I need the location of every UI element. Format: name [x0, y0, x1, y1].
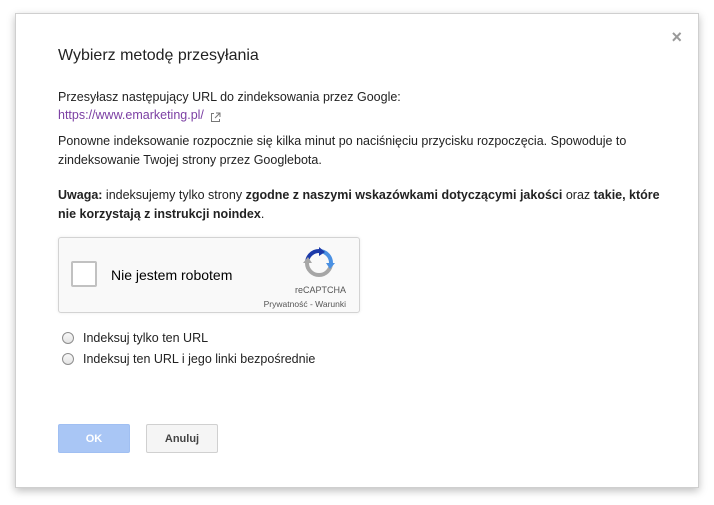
submission-method-dialog: × Wybierz metodę przesyłania Przesyłasz …	[15, 13, 699, 488]
note-part3: .	[260, 206, 265, 221]
privacy-link[interactable]: Prywatność	[264, 299, 308, 309]
index-options: Indeksuj tylko ten URL Indeksuj ten URL …	[62, 327, 315, 369]
quality-note: Uwaga: indeksujemy tylko strony zgodne z…	[58, 186, 668, 223]
close-icon[interactable]: ×	[671, 28, 682, 46]
note-label: Uwaga:	[58, 188, 103, 202]
intro-block: Przesyłasz następujący URL do zindeksowa…	[58, 88, 401, 124]
radio-url-only[interactable]	[62, 331, 74, 344]
page: × Wybierz metodę przesyłania Przesyłasz …	[0, 0, 714, 505]
intro-text: Przesyłasz następujący URL do zindeksowa…	[58, 90, 401, 104]
note-bold1: zgodne z naszymi wskazówkami dotyczącymi…	[245, 188, 563, 202]
recaptcha-widget: Nie jestem robotem reCAPTCHA Prywatność …	[58, 237, 360, 313]
terms-link[interactable]: Warunki	[315, 299, 346, 309]
reindex-description: Ponowne indeksowanie rozpocznie się kilk…	[58, 134, 627, 167]
option-url-only-label: Indeksuj tylko ten URL	[83, 330, 209, 345]
url-line: https://www.emarketing.pl/	[58, 106, 401, 124]
option-url-only[interactable]: Indeksuj tylko ten URL	[62, 327, 315, 348]
option-url-and-links[interactable]: Indeksuj ten URL i jego linki bezpośredn…	[62, 348, 315, 369]
radio-url-and-links[interactable]	[62, 352, 74, 365]
recaptcha-links: Prywatność - Warunki	[264, 299, 346, 309]
note-part1: indeksujemy tylko strony	[102, 188, 246, 202]
external-link-icon[interactable]	[210, 110, 221, 122]
option-url-and-links-label: Indeksuj ten URL i jego linki bezpośredn…	[83, 351, 316, 366]
recaptcha-checkbox[interactable]	[71, 261, 97, 287]
links-separator: -	[307, 299, 316, 309]
submitted-url-link[interactable]: https://www.emarketing.pl/	[58, 106, 204, 124]
recaptcha-label: Nie jestem robotem	[111, 267, 233, 283]
recaptcha-logo-icon	[303, 247, 335, 279]
ok-button[interactable]: OK	[58, 424, 130, 453]
cancel-button[interactable]: Anuluj	[146, 424, 218, 453]
note-part2: oraz	[562, 188, 594, 202]
recaptcha-brand: reCAPTCHA	[294, 285, 346, 295]
dialog-title: Wybierz metodę przesyłania	[58, 47, 259, 64]
